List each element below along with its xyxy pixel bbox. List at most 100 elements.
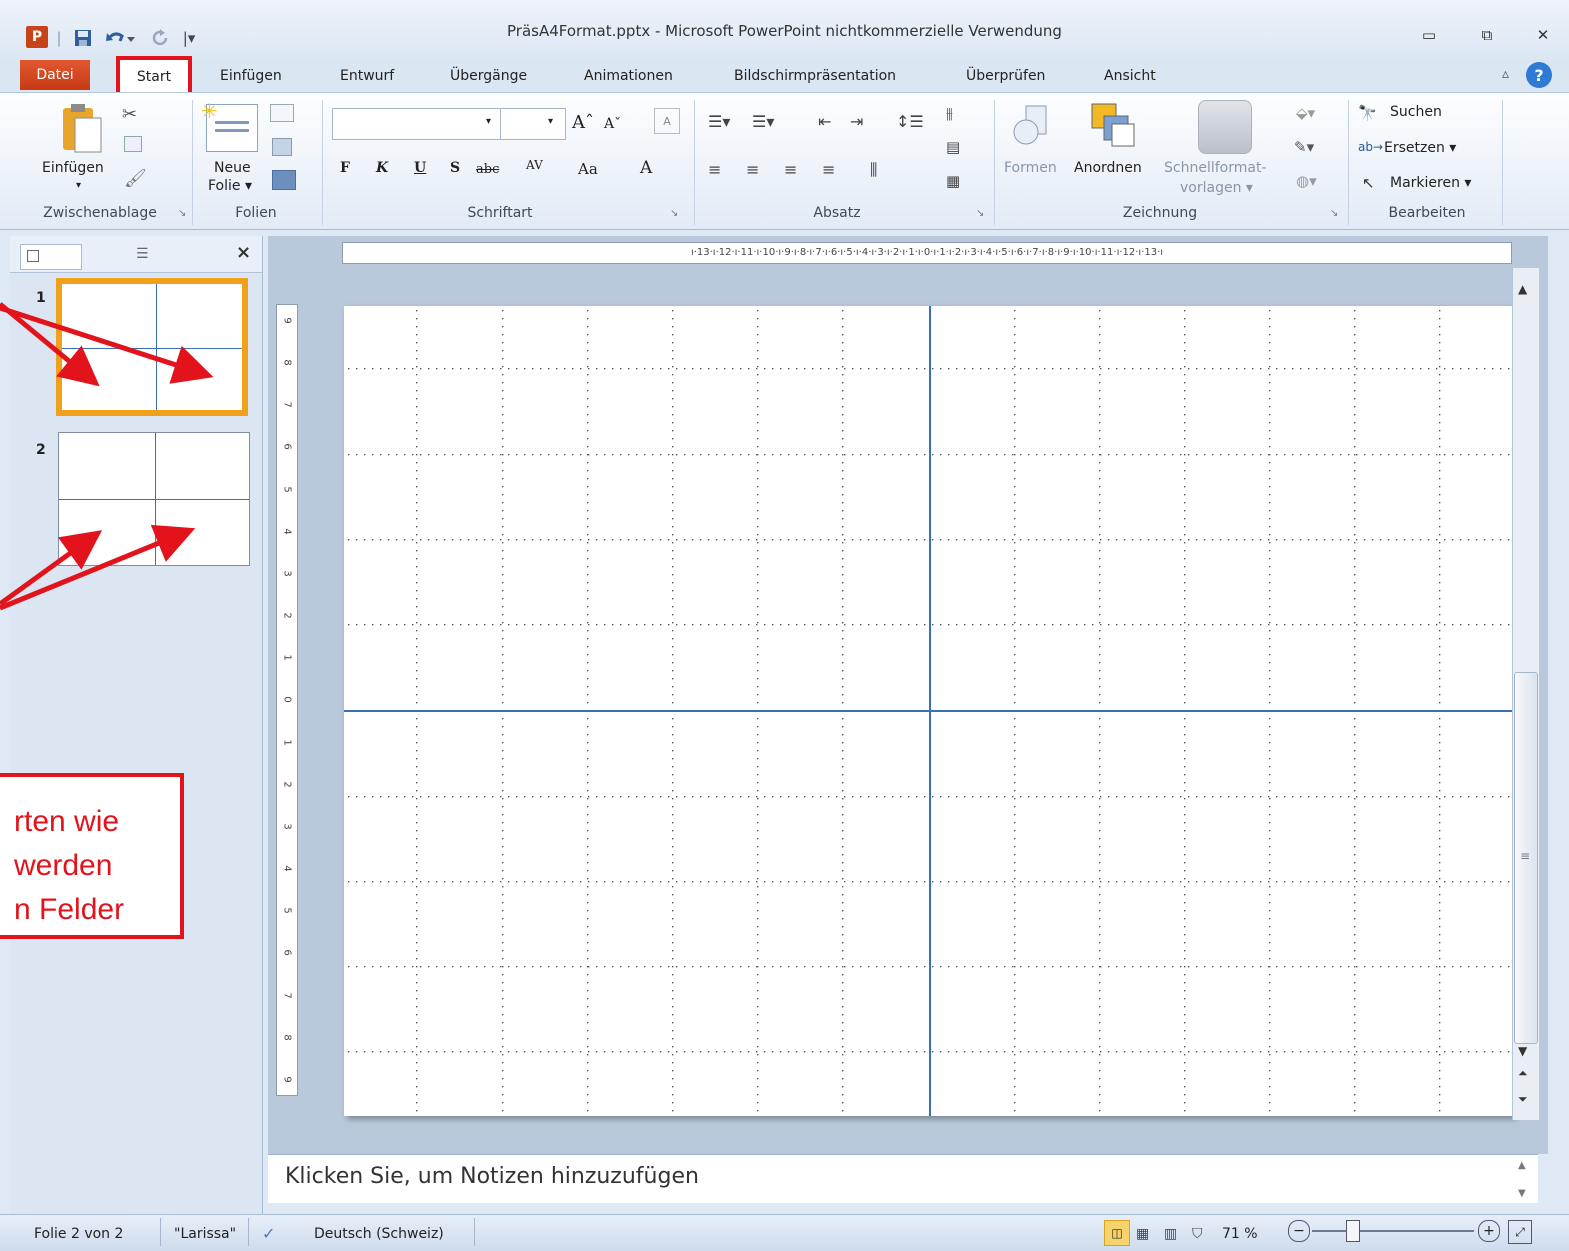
tab-bildschirmpraesentation[interactable]: Bildschirmpräsentation: [730, 62, 900, 90]
restore-icon[interactable]: ⧉: [1470, 22, 1504, 48]
zoom-slider[interactable]: [1312, 1230, 1474, 1232]
underline-button[interactable]: U: [414, 160, 426, 176]
columns-icon[interactable]: ⫼: [870, 160, 877, 180]
font-color-button[interactable]: A: [640, 158, 652, 178]
clipboard-launcher-icon[interactable]: ↘: [178, 208, 186, 219]
layout-icon[interactable]: [270, 104, 294, 122]
italic-button[interactable]: K: [376, 160, 388, 176]
grow-font-icon[interactable]: Aˆ: [572, 112, 594, 133]
find-icon[interactable]: 🔭: [1358, 104, 1377, 122]
format-painter-icon[interactable]: 🖌: [124, 168, 147, 189]
spell-check-icon[interactable]: ✓: [262, 1222, 275, 1246]
cut-icon[interactable]: ✂: [122, 104, 137, 125]
tab-animationen[interactable]: Animationen: [580, 62, 677, 90]
numbering-icon[interactable]: ☰▾: [752, 112, 774, 131]
replace-button[interactable]: Ersetzen ▾: [1384, 140, 1456, 156]
shapes-label[interactable]: Formen: [1004, 160, 1057, 176]
zoom-slider-thumb[interactable]: [1346, 1220, 1360, 1242]
slides-tab[interactable]: [20, 244, 82, 270]
copy-icon[interactable]: [124, 136, 142, 152]
close-pane-icon[interactable]: ×: [236, 242, 251, 263]
font-name-combobox[interactable]: [332, 108, 502, 140]
horizontal-guide[interactable]: [344, 710, 1514, 712]
normal-view-icon[interactable]: ◫: [1104, 1220, 1130, 1246]
smartart-icon[interactable]: ▦: [946, 172, 960, 190]
new-slide-icon[interactable]: ✳: [201, 99, 258, 152]
shape-outline-icon[interactable]: ✎▾: [1294, 138, 1314, 156]
character-spacing-button[interactable]: AV: [526, 158, 543, 172]
zoom-level[interactable]: 71 %: [1222, 1222, 1258, 1246]
select-cursor-icon[interactable]: ↖: [1362, 174, 1375, 192]
change-case-button[interactable]: Aa: [578, 160, 598, 178]
fit-to-window-icon[interactable]: ⤢: [1508, 1220, 1532, 1244]
tab-datei[interactable]: Datei: [20, 60, 90, 90]
new-slide-label-2[interactable]: Folie ▾: [208, 178, 252, 194]
section-icon[interactable]: [272, 170, 296, 190]
reset-icon[interactable]: [272, 138, 292, 156]
paste-dropdown-icon[interactable]: ▾: [76, 180, 81, 191]
notes-placeholder[interactable]: Klicken Sie, um Notizen hinzuzufügen: [285, 1164, 699, 1189]
next-slide-icon[interactable]: ⏷: [1518, 1092, 1528, 1107]
slideshow-view-icon[interactable]: ⛉: [1192, 1222, 1203, 1246]
font-size-dropdown-icon[interactable]: ▾: [548, 116, 553, 127]
arrange-icon[interactable]: [1090, 102, 1138, 152]
outline-tab-icon[interactable]: ☰: [136, 246, 149, 262]
paste-icon[interactable]: [56, 100, 106, 158]
find-button[interactable]: Suchen: [1390, 104, 1442, 120]
notes-scroll-down-icon[interactable]: ▼: [1518, 1188, 1526, 1199]
status-language[interactable]: Deutsch (Schweiz): [314, 1222, 444, 1246]
increase-indent-icon[interactable]: ⇥: [850, 112, 863, 131]
scrollbar-thumb[interactable]: ≡: [1514, 672, 1538, 1044]
arrange-label[interactable]: Anordnen: [1074, 160, 1142, 176]
notes-scroll-up-icon[interactable]: ▲: [1518, 1160, 1526, 1171]
paragraph-launcher-icon[interactable]: ↘: [976, 208, 984, 219]
shape-fill-icon[interactable]: ⬙▾: [1296, 104, 1315, 122]
help-icon[interactable]: ?: [1526, 62, 1552, 88]
horizontal-ruler[interactable]: ı·13·ı·12·ı·11·ı·10·ı·9·ı·8·ı·7·ı·6·ı·5·…: [342, 242, 1512, 264]
drawing-launcher-icon[interactable]: ↘: [1330, 208, 1338, 219]
status-theme[interactable]: "Larissa": [174, 1222, 236, 1246]
align-left-icon[interactable]: ≡: [708, 160, 721, 179]
quick-styles-label-2[interactable]: vorlagen ▾: [1180, 180, 1253, 196]
scroll-down-icon[interactable]: ▼: [1518, 1044, 1527, 1058]
quick-styles-icon[interactable]: [1198, 100, 1252, 154]
new-slide-label-1[interactable]: Neue: [214, 160, 251, 176]
line-spacing-icon[interactable]: ↕☰: [896, 112, 924, 131]
vertical-ruler[interactable]: 9 8 7 6 5 4 3 2 1 0 1 2 3 4 5 6 7 8 9: [276, 304, 298, 1096]
font-launcher-icon[interactable]: ↘: [670, 208, 678, 219]
zoom-out-icon[interactable]: −: [1288, 1220, 1310, 1242]
zoom-in-icon[interactable]: +: [1478, 1220, 1500, 1242]
bold-button[interactable]: F: [340, 160, 350, 176]
minimize-icon[interactable]: ▭: [1412, 22, 1446, 48]
align-text-icon[interactable]: ▤: [946, 138, 960, 156]
decrease-indent-icon[interactable]: ⇤: [818, 112, 831, 131]
reading-view-icon[interactable]: ▥: [1164, 1222, 1177, 1246]
select-button[interactable]: Markieren ▾: [1390, 175, 1471, 191]
quick-styles-label-1[interactable]: Schnellformat-: [1164, 160, 1266, 176]
clear-formatting-icon[interactable]: A: [654, 108, 680, 134]
align-center-icon[interactable]: ≡: [746, 160, 759, 179]
strikethrough-button[interactable]: abc: [476, 162, 499, 177]
tab-ueberpruefen[interactable]: Überprüfen: [962, 62, 1049, 90]
tab-ansicht[interactable]: Ansicht: [1100, 62, 1160, 90]
close-icon[interactable]: ✕: [1526, 22, 1560, 48]
shadow-button[interactable]: S: [450, 160, 460, 176]
slide-sorter-icon[interactable]: ▦: [1136, 1222, 1149, 1246]
text-direction-icon[interactable]: ⫵: [946, 104, 953, 122]
bullets-icon[interactable]: ☰▾: [708, 112, 730, 131]
previous-slide-icon[interactable]: ⏶: [1518, 1066, 1528, 1081]
scroll-up-icon[interactable]: ▲: [1518, 282, 1527, 296]
tab-entwurf[interactable]: Entwurf: [336, 62, 398, 90]
slide-canvas[interactable]: [344, 306, 1514, 1116]
shrink-font-icon[interactable]: Aˇ: [604, 116, 621, 132]
font-name-dropdown-icon[interactable]: ▾: [486, 116, 491, 127]
font-size-combobox[interactable]: [500, 108, 566, 140]
paste-button-label[interactable]: Einfügen: [42, 160, 104, 176]
tab-uebergaenge[interactable]: Übergänge: [446, 62, 531, 90]
status-slide-count[interactable]: Folie 2 von 2: [34, 1222, 123, 1246]
replace-icon[interactable]: ab→: [1358, 140, 1383, 154]
tab-einfuegen[interactable]: Einfügen: [216, 62, 286, 90]
shape-effects-icon[interactable]: ◍▾: [1296, 172, 1317, 190]
justify-icon[interactable]: ≡: [822, 160, 835, 179]
align-right-icon[interactable]: ≡: [784, 160, 797, 179]
